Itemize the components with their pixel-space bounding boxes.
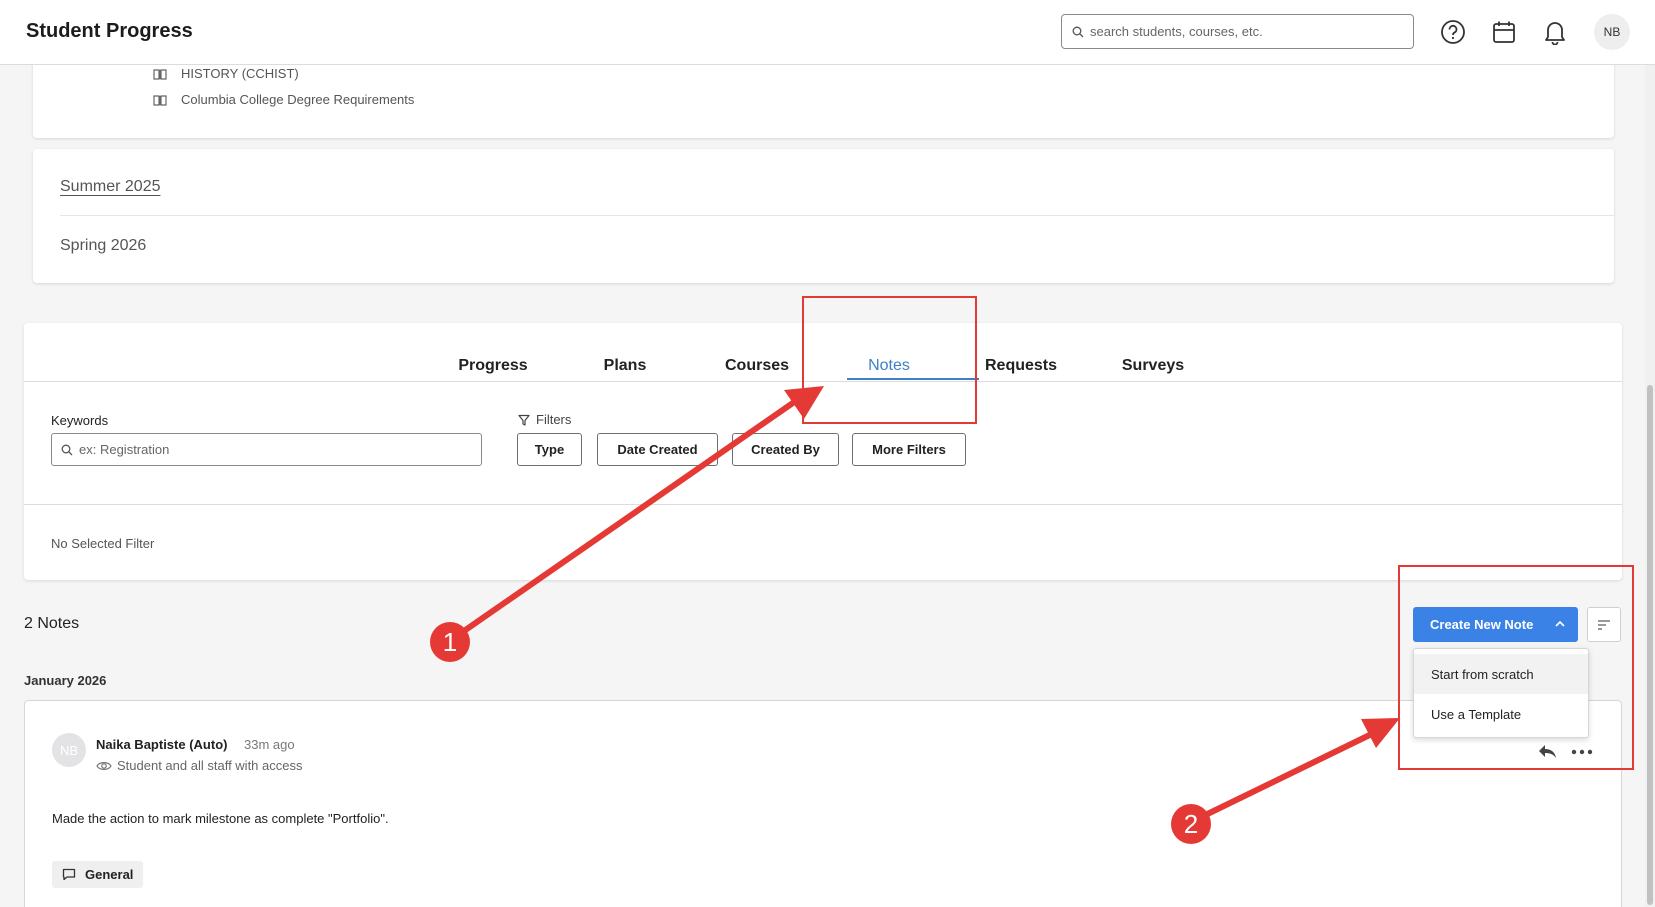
create-note-dropdown: Start from scratch Use a Template (1413, 648, 1589, 738)
term-summer-2025[interactable]: Summer 2025 (60, 178, 161, 196)
note-tag-label: General (85, 867, 134, 882)
filter-created-by-button[interactable]: Created By (732, 433, 839, 466)
notes-count: 2 Notes (24, 615, 80, 632)
tab-progress[interactable]: Progress (458, 357, 527, 375)
calendar-icon[interactable] (1490, 18, 1518, 46)
filters-heading: Filters (518, 412, 571, 427)
note-body: Made the action to mark milestone as com… (52, 811, 389, 826)
start-from-scratch-option[interactable]: Start from scratch (1414, 654, 1588, 694)
divider (60, 215, 1615, 216)
comment-icon (62, 868, 76, 881)
note-author[interactable]: Naika Baptiste (Auto) (96, 737, 227, 752)
note-visibility-text: Student and all staff with access (117, 758, 303, 773)
note-tag[interactable]: General (52, 861, 144, 888)
search-icon (61, 444, 73, 455)
avatar: NB (52, 733, 86, 767)
term-spring-2026[interactable]: Spring 2026 (60, 237, 146, 255)
book-icon (153, 68, 167, 80)
eye-icon (96, 761, 112, 770)
annotation-badge-1: 1 (430, 622, 470, 662)
create-new-note-label: Create New Note (1430, 617, 1534, 632)
note-card: NB Naika Baptiste (Auto) 33m ago Student… (24, 700, 1622, 907)
note-timestamp: 33m ago (244, 737, 295, 752)
filter-type-button[interactable]: Type (517, 433, 582, 466)
user-avatar[interactable]: NB (1594, 14, 1630, 50)
requirement-item[interactable]: Columbia College Degree Requirements (153, 92, 414, 107)
month-heading: January 2026 (24, 673, 107, 688)
sort-icon (1598, 619, 1610, 630)
filters-label: Filters (536, 412, 572, 427)
search-icon (1072, 26, 1084, 37)
note-visibility: Student and all staff with access (96, 758, 302, 773)
tab-notes[interactable]: Notes (868, 357, 910, 375)
terms-card: Summer 2025 Spring 2026 (33, 149, 1615, 283)
more-options-icon[interactable] (1571, 749, 1593, 755)
book-icon (153, 94, 167, 106)
filter-icon (518, 414, 530, 426)
notification-bell-icon[interactable] (1541, 18, 1569, 46)
notes-panel: Progress Plans Courses Notes Requests Su… (24, 323, 1622, 580)
use-a-template-option[interactable]: Use a Template (1414, 694, 1588, 734)
tab-surveys[interactable]: Surveys (1122, 357, 1184, 375)
active-tab-indicator (847, 378, 979, 380)
global-search[interactable] (1061, 14, 1414, 49)
reply-icon[interactable] (1537, 743, 1557, 759)
requirement-item[interactable]: HISTORY (CCHIST) (153, 66, 299, 81)
keywords-label: Keywords (51, 413, 109, 428)
filter-date-created-button[interactable]: Date Created (597, 433, 718, 466)
tabs-divider (24, 381, 1622, 382)
create-new-note-button[interactable]: Create New Note (1413, 607, 1578, 642)
scrollbar-thumb[interactable] (1647, 385, 1653, 905)
keywords-input[interactable] (79, 442, 469, 457)
global-search-input[interactable] (1090, 24, 1390, 39)
tab-plans[interactable]: Plans (604, 357, 647, 375)
keywords-field[interactable] (51, 433, 482, 466)
annotation-badge-2: 2 (1171, 804, 1211, 844)
help-icon[interactable] (1439, 18, 1467, 46)
tab-courses[interactable]: Courses (725, 357, 789, 375)
tab-requests[interactable]: Requests (985, 357, 1057, 375)
app-title: Student Progress (26, 20, 193, 42)
top-bar: Student Progress NB (0, 0, 1655, 65)
chevron-up-icon (1555, 620, 1565, 627)
requirement-label: HISTORY (CCHIST) (181, 66, 299, 81)
requirement-label: Columbia College Degree Requirements (181, 92, 415, 107)
selected-filter-status: No Selected Filter (51, 536, 155, 551)
divider (24, 504, 1622, 505)
page-scrollbar[interactable] (1645, 65, 1655, 907)
more-filters-button[interactable]: More Filters (852, 433, 966, 466)
sort-button[interactable] (1587, 607, 1621, 642)
